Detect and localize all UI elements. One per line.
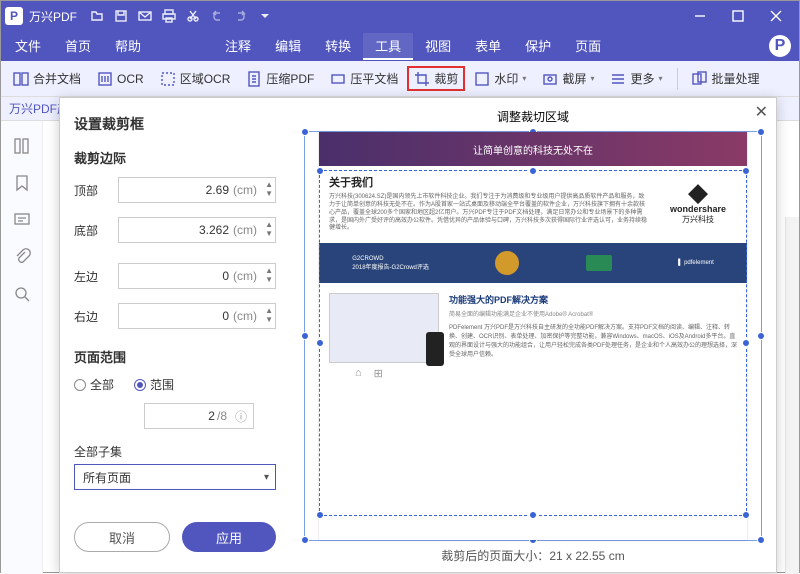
spinner-icon[interactable]: ▲▼ <box>265 220 273 238</box>
crop-handle[interactable] <box>316 167 324 175</box>
doc-tagline: 让简单创意的科技无处不在 <box>319 132 747 166</box>
menu-forms[interactable]: 表单 <box>463 33 513 60</box>
subset-label: 全部子集 <box>74 443 276 460</box>
vertical-scrollbar[interactable] <box>785 217 799 574</box>
crop-handle[interactable] <box>529 167 537 175</box>
menu-protect[interactable]: 保护 <box>513 33 563 60</box>
watermark-button[interactable]: 水印▾ <box>468 67 532 90</box>
left-rail <box>1 121 43 574</box>
titlebar-more-icon[interactable] <box>253 4 277 28</box>
page-preview[interactable]: 让简单创意的科技无处不在 关于我们 万兴科技(300624.SZ)是国内领先上市… <box>304 131 762 541</box>
ribbon-tools: 合并文档 OCR 区域OCR 压缩PDF 压平文档 裁剪 水印▾ 截屏▾ 更多▾… <box>1 61 799 97</box>
bookmarks-icon[interactable] <box>13 174 31 197</box>
flatten-button[interactable]: 压平文档 <box>324 67 404 90</box>
crop-handle[interactable] <box>316 511 324 519</box>
margins-heading: 裁剪边际 <box>74 148 276 167</box>
menu-convert[interactable]: 转换 <box>313 33 363 60</box>
menu-view[interactable]: 视图 <box>413 33 463 60</box>
brand-badge[interactable]: P <box>769 35 791 57</box>
resize-handle[interactable] <box>757 536 765 544</box>
bottom-input[interactable]: 3.262(cm)▲▼ <box>118 217 276 243</box>
subset-select[interactable]: 所有页面▾ <box>74 464 276 490</box>
crop-handle[interactable] <box>316 339 324 347</box>
right-label: 右边 <box>74 308 110 325</box>
close-button[interactable] <box>757 1 795 31</box>
menu-file[interactable]: 文件 <box>3 33 53 60</box>
merge-button[interactable]: 合并文档 <box>7 67 87 90</box>
page-range-input[interactable]: 2/8ⓘ <box>144 403 254 429</box>
left-label: 左边 <box>74 268 110 285</box>
crop-handle[interactable] <box>742 511 750 519</box>
crop-handle[interactable] <box>742 339 750 347</box>
menu-tools[interactable]: 工具 <box>363 33 413 60</box>
top-input[interactable]: 2.69(cm)▲▼ <box>118 177 276 203</box>
menu-help[interactable]: 帮助 <box>103 33 153 60</box>
open-icon[interactable] <box>85 4 109 28</box>
batch-button[interactable]: 批量处理 <box>686 67 766 90</box>
radio-range[interactable]: 范围 <box>134 376 174 393</box>
preview-title: 调整裁切区域 <box>304 108 762 125</box>
cancel-button[interactable]: 取消 <box>74 522 170 552</box>
area-ocr-button[interactable]: 区域OCR <box>154 67 237 90</box>
minimize-button[interactable] <box>681 1 719 31</box>
attachments-icon[interactable] <box>13 248 31 271</box>
bottom-label: 底部 <box>74 222 110 239</box>
radio-all[interactable]: 全部 <box>74 376 114 393</box>
menu-pages[interactable]: 页面 <box>563 33 613 60</box>
apply-button[interactable]: 应用 <box>182 522 276 552</box>
crop-rectangle[interactable] <box>319 170 747 516</box>
app-logo: P <box>5 7 23 25</box>
result-size-label: 裁剪后的页面大小：21 x 22.55 cm <box>304 541 762 566</box>
compress-button[interactable]: 压缩PDF <box>240 67 320 90</box>
thumbnails-icon[interactable] <box>13 137 31 160</box>
spinner-icon[interactable]: ▲▼ <box>265 266 273 284</box>
screenshot-button[interactable]: 截屏▾ <box>536 67 600 90</box>
right-input[interactable]: 0(cm)▲▼ <box>118 303 276 329</box>
left-input[interactable]: 0(cm)▲▼ <box>118 263 276 289</box>
dialog-title: 设置裁剪框 <box>74 114 276 134</box>
more-button[interactable]: 更多▾ <box>604 67 668 90</box>
redo-icon[interactable] <box>229 4 253 28</box>
resize-handle[interactable] <box>301 332 309 340</box>
app-title: 万兴PDF <box>29 8 77 25</box>
menu-annotate[interactable]: 注释 <box>213 33 263 60</box>
print-icon[interactable] <box>157 4 181 28</box>
spinner-icon[interactable]: ▲▼ <box>265 180 273 198</box>
chevron-down-icon: ▾ <box>264 472 269 483</box>
resize-handle[interactable] <box>757 332 765 340</box>
menu-edit[interactable]: 编辑 <box>263 33 313 60</box>
help-icon[interactable]: ⓘ <box>235 408 247 425</box>
crop-button[interactable]: 裁剪 <box>408 67 464 90</box>
ocr-button[interactable]: OCR <box>91 68 150 90</box>
comments-icon[interactable] <box>13 211 31 234</box>
range-heading: 页面范围 <box>74 347 276 366</box>
top-label: 顶部 <box>74 182 110 199</box>
maximize-button[interactable] <box>719 1 757 31</box>
resize-handle[interactable] <box>301 128 309 136</box>
crop-dialog: ✕ 设置裁剪框 裁剪边际 顶部 2.69(cm)▲▼ 底部 3.262(cm)▲… <box>59 97 777 573</box>
mail-icon[interactable] <box>133 4 157 28</box>
resize-handle[interactable] <box>301 536 309 544</box>
menu-home[interactable]: 首页 <box>53 33 103 60</box>
spinner-icon[interactable]: ▲▼ <box>265 306 273 324</box>
crop-handle[interactable] <box>529 511 537 519</box>
undo-icon[interactable] <box>205 4 229 28</box>
cut-icon[interactable] <box>181 4 205 28</box>
save-icon[interactable] <box>109 4 133 28</box>
search-icon[interactable] <box>13 285 31 308</box>
menubar: 文件 首页 帮助 注释 编辑 转换 工具 视图 表单 保护 页面 P <box>1 31 799 61</box>
resize-handle[interactable] <box>757 128 765 136</box>
crop-handle[interactable] <box>742 167 750 175</box>
